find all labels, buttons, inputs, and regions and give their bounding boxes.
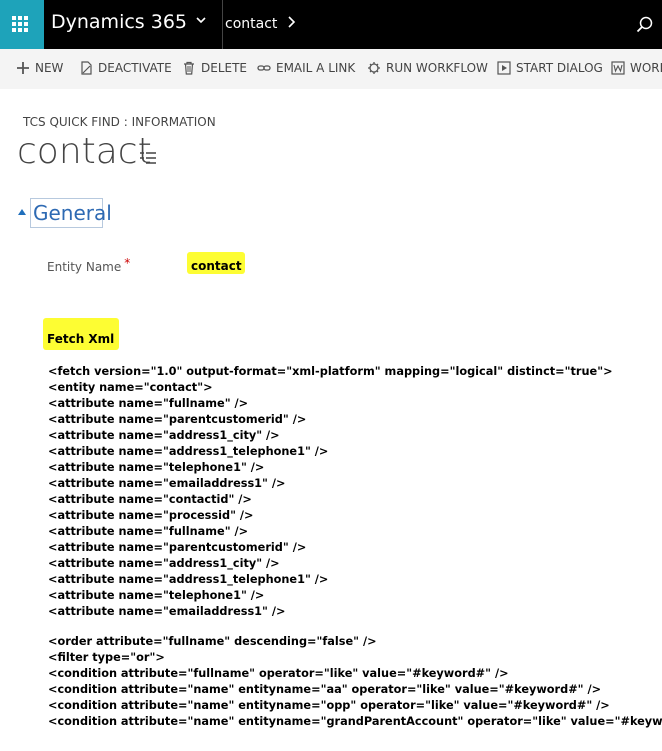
page-title: contact xyxy=(17,131,152,172)
word-label: WORD xyxy=(630,61,662,75)
waffle-icon xyxy=(12,16,28,32)
trash-icon xyxy=(182,61,196,75)
word-icon xyxy=(611,61,625,75)
delete-label: DELETE xyxy=(201,61,248,75)
fetch-xml-content: <fetch version="1.0" output-format="xml-… xyxy=(48,364,662,730)
email-link-label: EMAIL A LINK xyxy=(276,61,356,75)
plus-icon xyxy=(16,61,30,75)
xml-line: <attribute name="fullname" /> xyxy=(48,397,249,410)
xml-line: <attribute name="emailaddress1" /> xyxy=(48,605,286,618)
form-subtitle: TCS QUICK FIND : INFORMATION xyxy=(23,115,216,129)
breadcrumb[interactable]: contact xyxy=(225,16,277,32)
workflow-icon xyxy=(367,61,381,75)
xml-line: <attribute name="parentcustomerid" /> xyxy=(48,541,307,554)
deactivate-label: DEACTIVATE xyxy=(98,61,172,75)
section-title[interactable]: General xyxy=(33,201,112,225)
top-nav-bar: Dynamics 365 contact xyxy=(0,0,662,49)
xml-line: <condition attribute="name" entityname="… xyxy=(48,699,610,712)
deactivate-button[interactable]: DEACTIVATE xyxy=(79,61,172,75)
run-workflow-button[interactable]: RUN WORKFLOW xyxy=(367,61,488,75)
app-launcher-button[interactable] xyxy=(0,0,44,49)
link-icon xyxy=(257,61,271,75)
entity-name-label: Entity Name * xyxy=(47,256,130,274)
xml-line: <attribute name="emailaddress1" /> xyxy=(48,477,286,490)
xml-line: <attribute name="address1_city" /> xyxy=(48,429,280,442)
xml-line: <fetch version="1.0" output-format="xml-… xyxy=(48,365,613,378)
xml-line: <attribute name="processid" /> xyxy=(48,509,254,522)
chevron-down-icon[interactable] xyxy=(195,14,207,30)
xml-line: <attribute name="fullname" /> xyxy=(48,525,249,538)
play-icon xyxy=(497,61,511,75)
xml-line: <attribute name="parentcustomerid" /> xyxy=(48,413,307,426)
fetch-xml-label: Fetch Xml xyxy=(47,332,115,346)
email-link-button[interactable]: EMAIL A LINK xyxy=(257,61,355,75)
app-title[interactable]: Dynamics 365 xyxy=(51,11,187,33)
new-label: NEW xyxy=(35,61,64,75)
xml-line: <order attribute="fullname" descending="… xyxy=(48,635,377,648)
xml-blank-line xyxy=(48,620,662,634)
xml-line: <attribute name="contactid" /> xyxy=(48,493,252,506)
start-dialog-button[interactable]: START DIALOG xyxy=(497,61,603,75)
collapse-triangle-icon[interactable] xyxy=(18,209,26,215)
new-button[interactable]: NEW xyxy=(16,61,63,75)
nav-divider xyxy=(222,0,223,49)
chevron-right-icon[interactable] xyxy=(286,13,296,34)
delete-button[interactable]: DELETE xyxy=(182,61,247,75)
xml-line: <attribute name="telephone1" /> xyxy=(48,589,265,602)
run-workflow-label: RUN WORKFLOW xyxy=(386,61,488,75)
document-icon xyxy=(79,61,93,75)
search-icon[interactable] xyxy=(636,16,654,34)
xml-line: <attribute name="address1_telephone1" /> xyxy=(48,573,329,586)
xml-line: <condition attribute="name" entityname="… xyxy=(48,715,662,728)
xml-line: <attribute name="address1_telephone1" /> xyxy=(48,445,329,458)
entity-name-label-text: Entity Name xyxy=(47,260,122,274)
form-selector-icon[interactable] xyxy=(140,150,156,164)
start-dialog-label: START DIALOG xyxy=(516,61,603,75)
xml-line: <entity name="contact"> xyxy=(48,381,213,394)
xml-line: <filter type="or"> xyxy=(48,651,165,664)
xml-line: <condition attribute="name" entityname="… xyxy=(48,683,602,696)
xml-line: <attribute name="address1_city" /> xyxy=(48,557,280,570)
word-templates-button[interactable]: WORD xyxy=(611,61,662,75)
xml-line: <condition attribute="fullname" operator… xyxy=(48,667,509,680)
entity-name-value[interactable]: contact xyxy=(191,259,242,273)
command-bar: NEW DEACTIVATE DELETE EMAIL A LINK RUN W… xyxy=(0,49,662,89)
required-marker: * xyxy=(124,256,131,270)
xml-line: <attribute name="telephone1" /> xyxy=(48,461,265,474)
